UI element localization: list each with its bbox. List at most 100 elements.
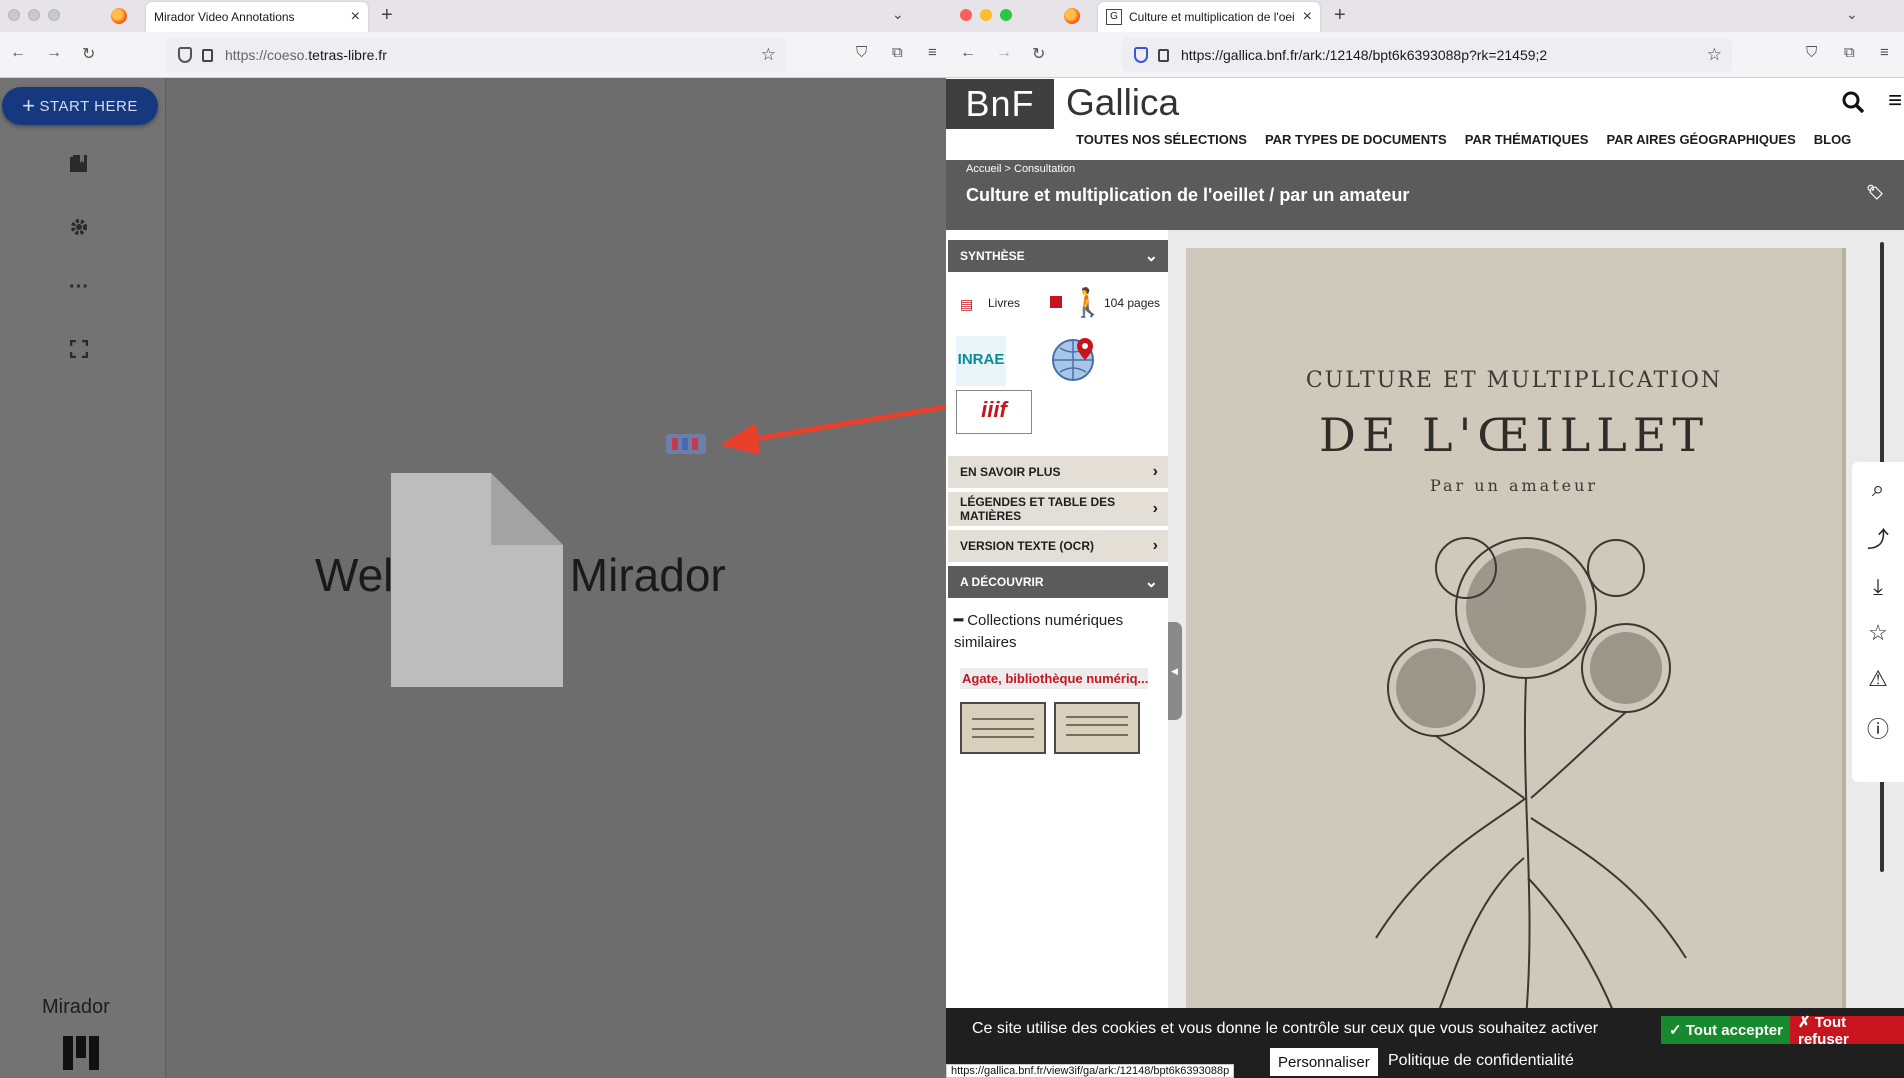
menu-icon[interactable]: ≡ [928,44,937,61]
warning-icon[interactable]: ⚠ [1868,666,1888,692]
hamburger-menu-icon[interactable]: ≡ [1888,87,1902,115]
bnf-logo-text: BnF [965,83,1035,124]
refuse-all-button[interactable]: ✗ Tout refuser [1790,1014,1904,1048]
privacy-policy-link[interactable]: Politique de confidentialité [1388,1052,1574,1070]
thumbnail-2[interactable] [1054,702,1140,754]
new-tab-button[interactable]: + [381,4,393,27]
extensions-icon[interactable]: ⧉ [1844,44,1855,61]
firefox-view-icon[interactable] [111,8,127,24]
back-button[interactable]: ← [10,44,26,62]
thumbnail-1[interactable] [960,702,1046,754]
back-button[interactable]: ← [960,44,976,62]
accordion-legendes[interactable]: LÉGENDES ET TABLE DES MATIÈRES › [948,492,1168,526]
bookmark-star-icon[interactable]: ☆ [761,45,776,65]
iiif-logo[interactable]: iiif [956,390,1032,434]
help-icon[interactable]: ⓘ [1867,712,1889,744]
reload-button[interactable]: ↻ [82,44,95,64]
pocket-icon[interactable]: ⛉ [1806,44,1817,61]
plus-icon: + [22,93,36,118]
legendes-label: LÉGENDES ET TABLE DES MATIÈRES [960,495,1116,523]
start-here-button[interactable]: + START HERE [2,87,158,125]
accordion-a-decouvrir[interactable]: A DÉCOUVRIR ⌄ [948,566,1168,598]
close-tab-icon[interactable]: × [1303,8,1312,26]
search-icon[interactable] [1842,91,1865,119]
collapse-panel-handle[interactable]: ◀ [1168,622,1182,720]
forward-button[interactable]: → [996,44,1012,62]
menu-item-types[interactable]: PAR TYPES DE DOCUMENTS [1265,132,1447,154]
menu-item-blog[interactable]: BLOG [1814,132,1852,154]
pocket-icon[interactable]: ⛉ [856,44,867,61]
mirador-browser-window: Mirador Video Annotations × + ⌄ ← → ↻ ht… [0,0,946,1078]
favorite-star-icon[interactable]: ☆ [1868,620,1888,646]
new-tab-button[interactable]: + [1334,4,1346,27]
collections-label: Collections numériques similaires [954,612,1124,651]
bookmarks-icon[interactable] [68,152,90,174]
cookie-banner: Ce site utilise des cookies et vous donn… [946,1008,1904,1078]
type-label: Livres [988,296,1021,310]
tab-mirador[interactable]: Mirador Video Annotations × [146,2,368,32]
lock-icon[interactable] [1158,48,1169,62]
pages-count: 104 pages [1104,296,1161,310]
close-window-button[interactable] [960,9,972,21]
mirador-sidebar: + START HERE ··· Mirador [0,78,166,1078]
accordion-synthese[interactable]: SYNTHÈSE ⌄ [948,240,1168,272]
fullscreen-icon[interactable] [68,339,90,362]
minimize-window-button[interactable] [28,9,40,21]
menu-item-thematiques[interactable]: PAR THÉMATIQUES [1465,132,1589,154]
collections-heading[interactable]: ━ Collections numériques similaires [954,610,1154,654]
customize-button[interactable]: Personnaliser [1270,1048,1378,1076]
extensions-icon[interactable]: ⧉ [892,44,903,61]
list-tabs-chevron-icon[interactable]: ⌄ [1846,6,1858,23]
lock-icon[interactable] [202,48,213,62]
address-bar[interactable]: https://coeso. tetras-libre.fr ☆ [166,38,786,72]
info-panel: SYNTHÈSE ⌄ ▤ Livres 🚶 104 pages INRAE ii… [946,230,1168,1008]
firefox-view-icon[interactable] [1064,8,1080,24]
accept-all-button[interactable]: ✓ Tout accepter [1661,1016,1791,1044]
en-savoir-plus-label: EN SAVOIR PLUS [960,465,1061,479]
cookie-message: Ce site utilise des cookies et vous donn… [972,1020,1599,1037]
document-viewer[interactable]: ◀ CULTURE ET MULTIPLICATION DE L'ŒILLET … [1168,230,1904,1018]
carnation-engraving [1375,537,1687,1018]
list-tabs-chevron-icon[interactable]: ⌄ [892,6,904,23]
gallica-logo-text[interactable]: Gallica [1066,82,1179,124]
close-tab-icon[interactable]: × [351,8,360,26]
gallica-browser-window: G Culture et multiplication de l'oeillet… [946,0,1904,1078]
accordion-en-savoir-plus[interactable]: EN SAVOIR PLUS › [948,456,1168,488]
address-bar[interactable]: https://gallica.bnf.fr/ark:/12148/bpt6k6… [1122,38,1732,72]
globe-location-icon[interactable] [1052,336,1098,385]
similar-thumbnails [960,702,1140,754]
search-icon[interactable]: ⌕ [1872,476,1884,502]
maximize-window-button[interactable] [1000,9,1012,21]
gallica-header: BnF Gallica ≡ [946,79,1904,129]
settings-gear-icon[interactable] [68,216,90,238]
menu-item-aires[interactable]: PAR AIRES GÉOGRAPHIQUES [1606,132,1795,154]
bookmark-star-icon[interactable]: ☆ [1707,45,1722,65]
right-nav-bar: ← → ↻ https://gallica.bnf.fr/ark:/12148/… [946,32,1904,78]
document-title-bar: Culture et multiplication de l'oeillet /… [946,178,1904,230]
download-icon[interactable]: ⤓ [1873,574,1883,600]
more-options-icon[interactable]: ··· [68,276,90,298]
inrae-logo[interactable]: INRAE [956,336,1006,386]
tracking-protection-icon[interactable] [178,47,192,63]
tracking-protection-icon[interactable] [1134,47,1148,63]
synthese-label: SYNTHÈSE [960,249,1025,263]
close-window-button[interactable] [8,9,20,21]
document-placeholder-icon [391,473,563,687]
minimize-window-button[interactable] [980,9,992,21]
maximize-window-button[interactable] [48,9,60,21]
chevron-right-icon: › [1152,537,1158,554]
forward-button[interactable]: → [46,44,62,62]
mirador-app-name: Mirador [42,996,110,1018]
menu-icon[interactable]: ≡ [1880,44,1889,61]
breadcrumb[interactable]: Accueil > Consultation [946,160,1904,178]
accordion-version-texte[interactable]: VERSION TEXTE (OCR) › [948,530,1168,562]
tab-gallica[interactable]: G Culture et multiplication de l'oeillet… [1098,2,1320,32]
share-icon[interactable]: ⤴ [1867,522,1889,554]
tag-icon[interactable]: 🏷 [1866,184,1884,201]
iiif-drag-icon[interactable] [666,432,706,456]
bnf-logo[interactable]: BnF [946,79,1054,129]
menu-item-selections[interactable]: TOUTES NOS SÉLECTIONS [1076,132,1247,154]
reload-button[interactable]: ↻ [1032,44,1045,64]
url-domain: tetras-libre.fr [308,47,387,63]
agate-collection-link[interactable]: Agate, bibliothèque numériq... [960,668,1148,689]
